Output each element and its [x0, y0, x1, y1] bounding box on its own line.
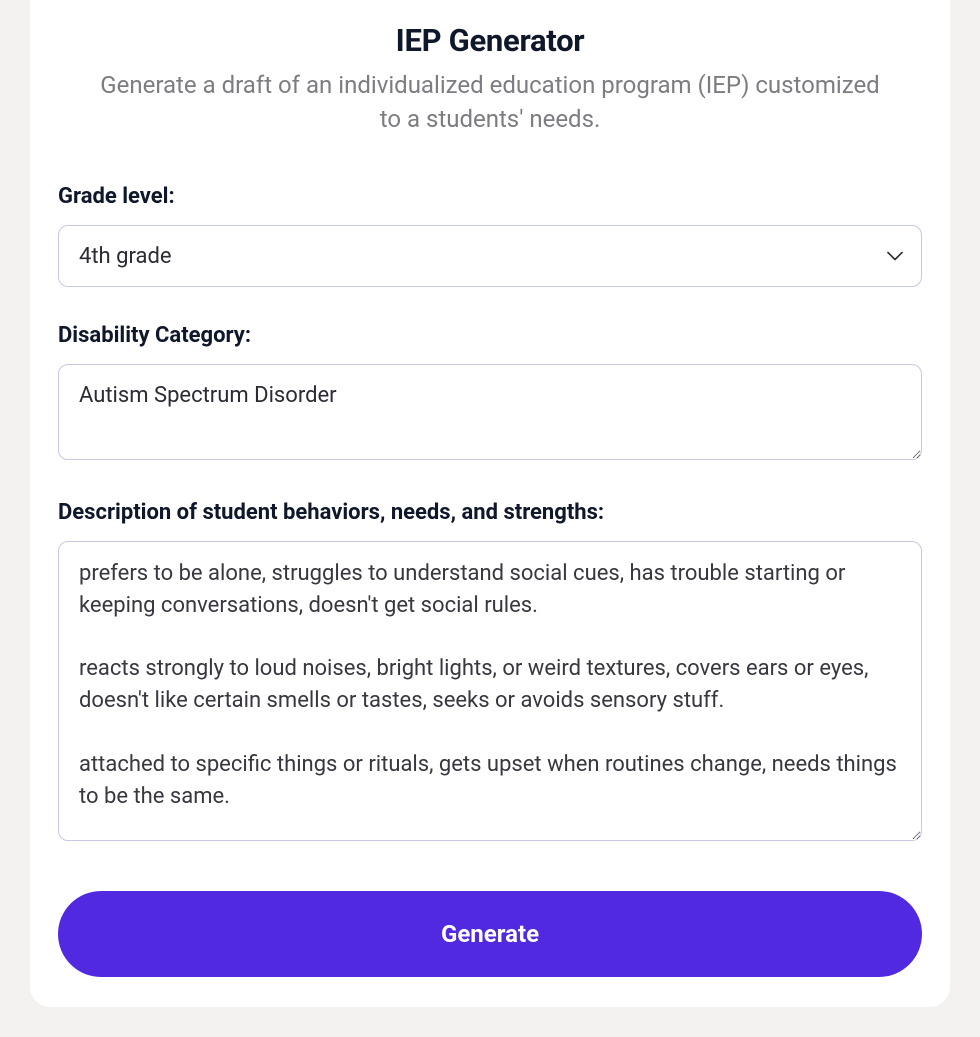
- disability-category-field: Disability Category:: [58, 323, 922, 464]
- grade-level-select[interactable]: 4th grade: [58, 225, 922, 287]
- header: IEP Generator Generate a draft of an ind…: [58, 22, 922, 136]
- form-card: IEP Generator Generate a draft of an ind…: [30, 0, 950, 1007]
- description-input[interactable]: [58, 541, 922, 841]
- disability-category-label: Disability Category:: [58, 323, 922, 348]
- grade-level-label: Grade level:: [58, 184, 922, 209]
- grade-level-field: Grade level: 4th grade: [58, 184, 922, 287]
- description-label: Description of student behaviors, needs,…: [58, 500, 922, 525]
- disability-category-input[interactable]: [58, 364, 922, 460]
- page-subtitle: Generate a draft of an individualized ed…: [58, 69, 922, 136]
- description-field: Description of student behaviors, needs,…: [58, 500, 922, 845]
- generate-button[interactable]: Generate: [58, 891, 922, 977]
- grade-level-select-wrapper: 4th grade: [58, 225, 922, 287]
- page-title: IEP Generator: [58, 22, 922, 59]
